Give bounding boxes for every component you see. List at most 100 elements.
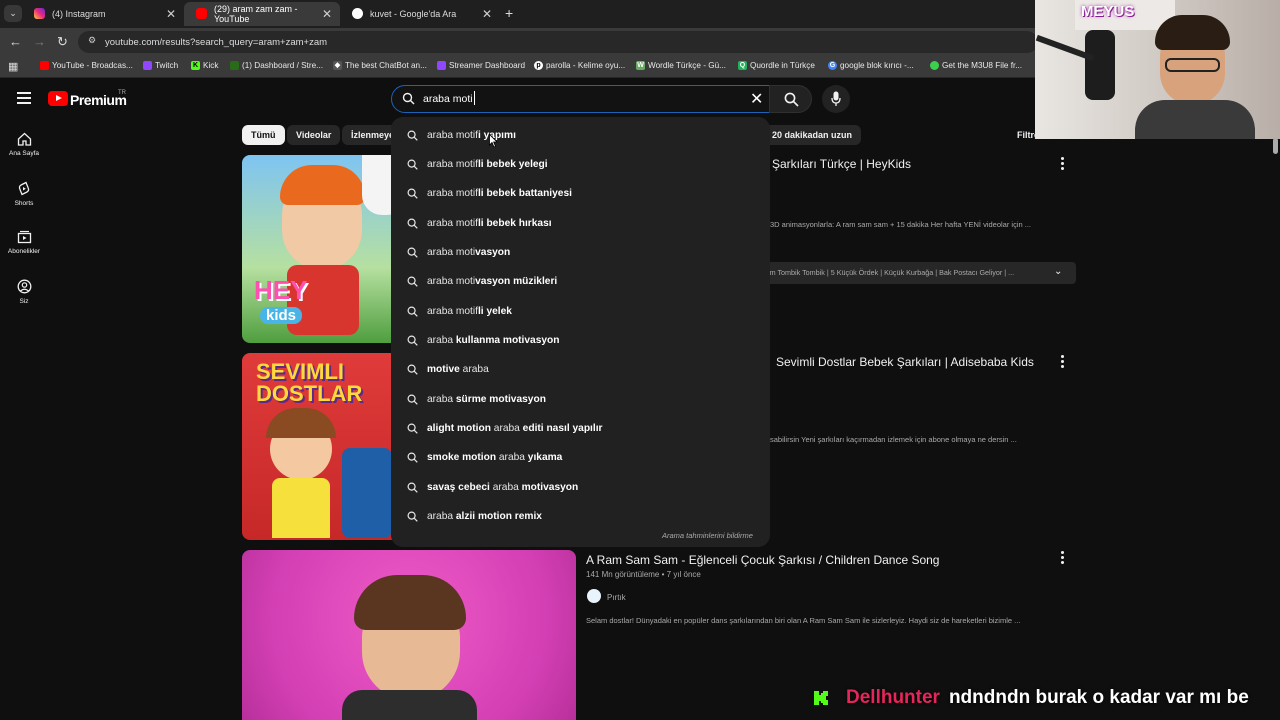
tab-label: (4) Instagram xyxy=(52,9,106,19)
suggestion-typed-part: araba motif xyxy=(427,158,478,170)
search-icon xyxy=(407,482,418,493)
suggestion-typed-part: araba motif xyxy=(427,305,478,317)
sidebar-item-label: Siz xyxy=(19,298,29,305)
url-text[interactable]: youtube.com/results?search_query=aram+za… xyxy=(105,37,327,48)
tab-youtube[interactable]: (29) aram zam zam - YouTube ✕ xyxy=(184,2,340,26)
google-icon: G xyxy=(828,61,837,70)
streamer-glasses xyxy=(1165,58,1220,72)
logo-line: DOSTLAR xyxy=(256,381,363,406)
twitch-icon xyxy=(143,61,152,70)
clear-search-icon[interactable]: ✕ xyxy=(750,89,763,109)
video-title[interactable]: A Ram Sam Sam - Eğlenceli Çocuk Şarkısı … xyxy=(586,553,939,567)
search-icon xyxy=(784,92,799,107)
sidebar-item-subscriptions[interactable]: Abonelikler xyxy=(0,230,48,255)
bookmark-google-blok[interactable]: Ggoogle blok kırıcı -... xyxy=(828,61,914,70)
suggestion-text: smoke motion araba yıkama xyxy=(427,452,562,463)
search-suggestion[interactable]: smoke motion araba yıkama xyxy=(407,449,562,467)
bookmark-chatbot[interactable]: ◆ The best ChatBot an... xyxy=(333,61,427,70)
search-suggestion[interactable]: araba alzii motion remix xyxy=(407,508,542,526)
search-suggestion[interactable]: araba motifi yapımı xyxy=(407,126,516,144)
guide-menu-icon[interactable] xyxy=(17,92,31,104)
search-suggestion[interactable]: araba motifli bebek yelegi xyxy=(407,155,548,173)
suggestion-text: savaş cebeci araba motivasyon xyxy=(427,482,578,493)
search-suggestion[interactable]: motive araba xyxy=(407,361,489,379)
chip-over-20-minutes[interactable]: 20 dakikadan uzun xyxy=(763,125,862,145)
search-suggestion[interactable]: savaş cebeci araba motivasyon xyxy=(407,478,578,496)
page-scrollbar[interactable] xyxy=(1273,138,1278,154)
search-suggestion[interactable]: araba motifli bebek battaniyesi xyxy=(407,185,572,203)
search-suggestion[interactable]: araba motivasyon müzikleri xyxy=(407,273,557,291)
video-description: Selam dostlar! Dünyadaki en popüler dans… xyxy=(586,616,1021,625)
bookmark-twitch[interactable]: Twitch xyxy=(143,61,178,70)
close-tab-icon[interactable]: ✕ xyxy=(322,7,332,21)
bookmark-wordle[interactable]: W Wordle Türkçe - Gü... xyxy=(636,61,726,70)
dashboard-icon xyxy=(230,61,239,70)
suggestion-completion: vasyon müzikleri xyxy=(475,276,558,288)
forward-icon[interactable]: → xyxy=(33,34,46,49)
channel-name[interactable]: Pırtık xyxy=(607,593,626,602)
region-code: TR xyxy=(118,90,126,96)
bookmark-parolla[interactable]: p parolla - Kelime oyu... xyxy=(534,61,625,70)
chatbot-icon: ◆ xyxy=(333,61,342,70)
bookmark-quordle[interactable]: Q Quordle in Türkçe xyxy=(738,61,815,70)
search-suggestion[interactable]: araba motifli yelek xyxy=(407,302,512,320)
search-suggestion[interactable]: alight motion araba editi nasıl yapılır xyxy=(407,420,603,438)
sidebar-item-label: Abonelikler xyxy=(7,248,41,255)
search-query-text[interactable]: araba moti xyxy=(423,93,473,105)
back-icon[interactable]: ← xyxy=(9,34,22,49)
site-info-icon[interactable]: ⚙ xyxy=(88,35,96,46)
tab-label: kuvet - Google'da Ara xyxy=(370,9,457,19)
wordle-icon: W xyxy=(636,61,645,70)
search-suggestion[interactable]: araba kullanma motivasyon xyxy=(407,331,560,349)
more-actions-icon[interactable] xyxy=(1061,157,1064,172)
shorts-icon xyxy=(18,181,30,196)
bookmark-m3u8[interactable]: Get the M3U8 File fr... xyxy=(930,61,1022,70)
cartoon-boy-shirt xyxy=(342,448,392,538)
video-title[interactable]: Şarkıları Türkçe | HeyKids xyxy=(772,157,911,171)
suggestion-completion: kullanma motivasyon xyxy=(455,334,560,346)
chip-all[interactable]: Tümü xyxy=(242,125,285,145)
youtube-logo-icon[interactable] xyxy=(48,91,68,106)
suggestion-completion: yıkama xyxy=(524,452,563,464)
sidebar-item-shorts[interactable]: Shorts xyxy=(0,181,48,207)
tab-google[interactable]: kuvet - Google'da Ara ✕ xyxy=(340,2,500,26)
search-icon xyxy=(407,218,418,229)
close-tab-icon[interactable]: ✕ xyxy=(166,7,176,21)
search-button[interactable] xyxy=(769,85,812,113)
suggestion-text: motive araba xyxy=(427,364,489,375)
search-icon xyxy=(407,364,418,376)
more-actions-icon[interactable] xyxy=(1061,355,1064,370)
tab-search-menu-button[interactable]: ⌄ xyxy=(4,5,22,22)
video-title[interactable]: Sevimli Dostlar Bebek Şarkıları | Adiseb… xyxy=(776,355,1034,369)
reload-icon[interactable]: ↻ xyxy=(57,34,68,50)
channel-avatar[interactable] xyxy=(587,589,601,603)
tab-instagram[interactable]: (4) Instagram ✕ xyxy=(22,2,184,26)
search-suggestion[interactable]: araba motifli bebek hırkası xyxy=(407,214,552,232)
streamer-hair xyxy=(1155,15,1230,50)
search-suggestion[interactable]: araba motivasyon xyxy=(407,243,510,261)
webcam-overlay: MEYUS xyxy=(1035,0,1280,139)
report-suggestions-link[interactable]: Arama tahminlerini bildirme xyxy=(662,531,753,540)
video-thumbnail[interactable] xyxy=(242,550,576,720)
bookmark-dashboard[interactable]: (1) Dashboard / Stre... xyxy=(230,61,323,70)
apps-grid-icon[interactable]: ▦ xyxy=(8,60,18,73)
search-suggestion[interactable]: araba sürme motivasyon xyxy=(407,390,546,408)
search-icon xyxy=(407,452,418,464)
bookmark-youtube-broadcast[interactable]: YouTube - Broadcas... xyxy=(40,61,133,70)
kick-icon xyxy=(814,691,828,705)
sidebar-item-home[interactable]: Ana Sayfa xyxy=(0,132,48,157)
chip-videos[interactable]: Videolar xyxy=(287,125,341,145)
bookmark-kick[interactable]: K Kick xyxy=(191,61,218,70)
search-icon xyxy=(407,423,418,434)
suggestion-completion: alight motion xyxy=(427,423,491,434)
search-icon xyxy=(407,276,418,287)
chevron-down-icon[interactable]: ⌄ xyxy=(1054,266,1062,277)
search-icon xyxy=(407,335,418,346)
more-actions-icon[interactable] xyxy=(1061,551,1064,566)
sidebar-item-you[interactable]: Siz xyxy=(0,279,48,305)
close-tab-icon[interactable]: ✕ xyxy=(482,7,492,21)
voice-search-button[interactable] xyxy=(822,85,850,113)
new-tab-button[interactable]: + xyxy=(505,5,513,21)
bookmark-label: google blok kırıcı -... xyxy=(840,61,914,70)
bookmark-streamer-dashboard[interactable]: Streamer Dashboard xyxy=(437,61,525,70)
